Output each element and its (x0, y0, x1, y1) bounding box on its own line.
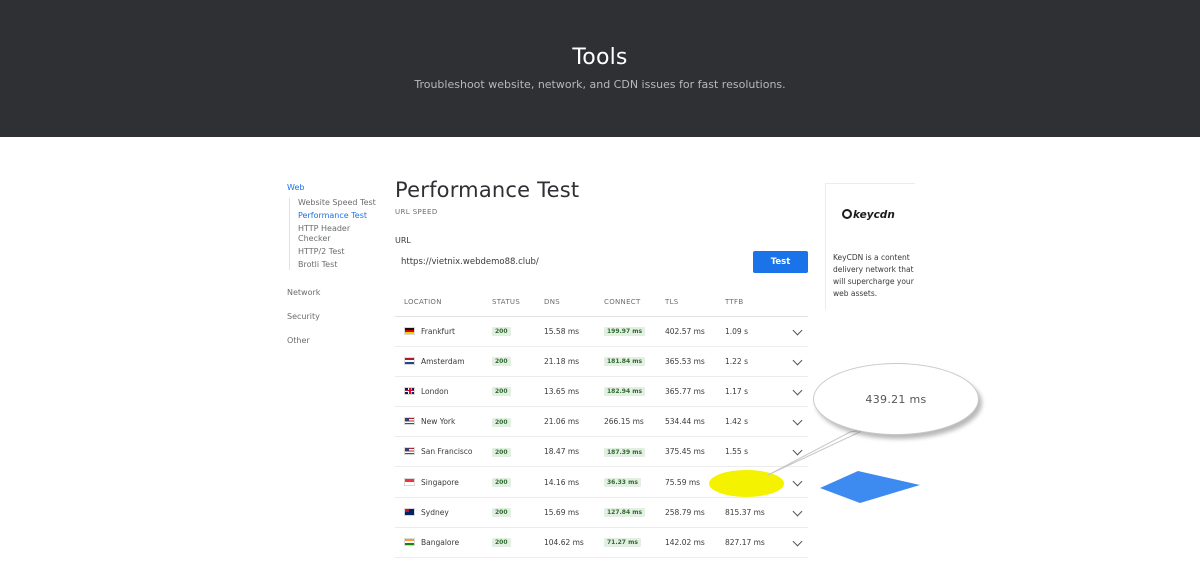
blue-arrow-icon (820, 471, 920, 503)
keycdn-logo-icon (842, 209, 852, 219)
keycdn-logo: keycdn (842, 209, 895, 221)
callout-tail (767, 429, 865, 476)
keycdn-ad-description: KeyCDN is a content delivery network tha… (833, 253, 914, 298)
keycdn-logo-text: keycdn (853, 209, 895, 221)
annotation-overlay (767, 429, 920, 503)
callout-text: 439.21 ms (865, 392, 927, 406)
keycdn-ad[interactable]: keycdn KeyCDN is a content delivery netw… (825, 183, 915, 310)
callout-bubble: 439.21 ms (813, 363, 979, 435)
